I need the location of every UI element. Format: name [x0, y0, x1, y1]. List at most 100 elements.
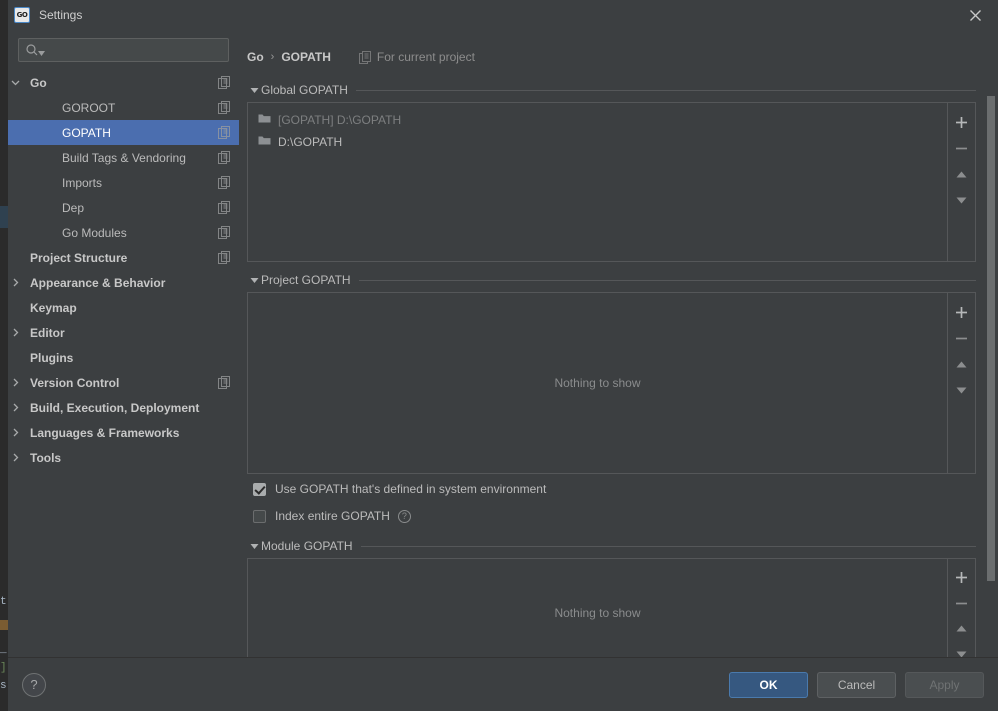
sidebar-item-keymap[interactable]: Keymap — [8, 295, 239, 320]
sidebar-item-dep[interactable]: Dep — [8, 195, 239, 220]
section-rule — [355, 89, 976, 91]
chevron-down-icon[interactable] — [8, 78, 22, 87]
sidebar-search-row — [8, 30, 239, 68]
section-title: Global GOPATH — [261, 83, 348, 97]
sidebar-item-label: Build, Execution, Deployment — [30, 400, 200, 415]
remove-icon[interactable] — [950, 591, 974, 617]
list-item-label: [GOPATH] D:\GOPATH — [278, 113, 402, 127]
dialog-body: Go GOROOT GOPATH Build Tags & Vendoring Impo… — [8, 30, 998, 657]
project-scope-icon[interactable] — [218, 376, 231, 389]
sidebar-item-label: Version Control — [30, 375, 120, 390]
section-header-global-gopath[interactable]: Global GOPATH — [247, 78, 990, 102]
section-header-project-gopath[interactable]: Project GOPATH — [247, 268, 990, 292]
chevron-right-icon[interactable] — [8, 378, 22, 387]
gopath-options: Use GOPATH that's defined in system envi… — [247, 477, 990, 528]
gopath-listbox-module-gopath: Nothing to show — [247, 558, 976, 657]
project-scope-icon[interactable] — [218, 151, 231, 164]
breadcrumb-current: GOPATH — [281, 50, 331, 64]
window-title: Settings — [39, 8, 83, 22]
gopath-listbox-global-gopath: [GOPATH] D:\GOPATH D:\GOPATH — [247, 102, 976, 262]
sidebar-item-plugins[interactable]: Plugins — [8, 345, 239, 370]
gopath-list[interactable]: [GOPATH] D:\GOPATH D:\GOPATH — [248, 103, 947, 261]
remove-icon[interactable] — [950, 325, 974, 351]
project-scope-icon[interactable] — [218, 176, 231, 189]
sidebar-item-appearance-behavior[interactable]: Appearance & Behavior — [8, 270, 239, 295]
sidebar-item-gopath[interactable]: GOPATH — [8, 120, 239, 145]
sidebar-item-build-execution-deployment[interactable]: Build, Execution, Deployment — [8, 395, 239, 420]
move-down-icon[interactable] — [950, 642, 974, 657]
collapse-triangle-icon[interactable] — [247, 277, 261, 284]
sidebar-item-label: Imports — [62, 175, 103, 190]
breadcrumb: Go › GOPATH For current project — [239, 42, 998, 72]
settings-tree: Go GOROOT GOPATH Build Tags & Vendoring Impo… — [8, 68, 239, 657]
project-scope-icon[interactable] — [218, 201, 231, 214]
breadcrumb-separator: › — [270, 51, 275, 63]
cancel-button[interactable]: Cancel — [817, 671, 896, 698]
project-scope-icon[interactable] — [218, 101, 231, 114]
collapse-triangle-icon[interactable] — [247, 543, 261, 550]
gopath-list[interactable]: Nothing to show — [248, 559, 947, 657]
collapse-triangle-icon[interactable] — [247, 87, 261, 94]
sidebar-item-label: GOROOT — [62, 100, 116, 115]
empty-placeholder: Nothing to show — [554, 606, 641, 620]
section-rule — [360, 545, 976, 547]
add-icon[interactable] — [950, 109, 974, 135]
sidebar-item-project-structure[interactable]: Project Structure — [8, 245, 239, 270]
option-row: Index entire GOPATH? — [247, 504, 990, 528]
content-scrollbar[interactable] — [987, 96, 995, 596]
list-toolbar — [947, 293, 975, 473]
remove-icon[interactable] — [950, 135, 974, 161]
project-scope-icon[interactable] — [218, 226, 231, 239]
add-icon[interactable] — [950, 299, 974, 325]
sidebar-item-go[interactable]: Go — [8, 70, 239, 95]
move-up-icon[interactable] — [950, 351, 974, 377]
section-header-module-gopath[interactable]: Module GOPATH — [247, 534, 990, 558]
sidebar-item-imports[interactable]: Imports — [8, 170, 239, 195]
search-dropdown-arrow-icon[interactable] — [38, 45, 45, 59]
search-input[interactable] — [45, 40, 228, 60]
settings-content-panel: Go › GOPATH For current project Global G… — [239, 30, 998, 657]
move-up-icon[interactable] — [950, 616, 974, 642]
move-up-icon[interactable] — [950, 161, 974, 187]
chevron-right-icon[interactable] — [8, 278, 22, 287]
project-scope-icon[interactable] — [218, 76, 231, 89]
content-scrollbar-thumb[interactable] — [987, 96, 995, 581]
sidebar-item-label: Go Modules — [62, 225, 127, 240]
dialog-footer: ? OK Cancel Apply — [8, 657, 998, 711]
apply-button[interactable]: Apply — [905, 671, 984, 698]
empty-placeholder: Nothing to show — [554, 376, 641, 390]
breadcrumb-parent[interactable]: Go — [247, 50, 264, 64]
sidebar-item-go-modules[interactable]: Go Modules — [8, 220, 239, 245]
folder-icon — [258, 135, 271, 149]
chevron-right-icon[interactable] — [8, 403, 22, 412]
search-box[interactable] — [18, 38, 229, 62]
close-icon[interactable] — [952, 0, 998, 30]
add-icon[interactable] — [950, 565, 974, 591]
sidebar-item-languages-frameworks[interactable]: Languages & Frameworks — [8, 420, 239, 445]
checkbox[interactable] — [253, 482, 266, 496]
dialog-action-buttons: OK Cancel Apply — [729, 671, 984, 698]
settings-sidebar: Go GOROOT GOPATH Build Tags & Vendoring Impo… — [8, 30, 239, 657]
project-scope-icon — [358, 50, 372, 64]
sidebar-item-build-tags-vendoring[interactable]: Build Tags & Vendoring — [8, 145, 239, 170]
help-button[interactable]: ? — [22, 672, 46, 697]
list-item[interactable]: D:\GOPATH — [248, 131, 947, 153]
sidebar-item-version-control[interactable]: Version Control — [8, 370, 239, 395]
move-down-icon[interactable] — [950, 187, 974, 213]
project-scope-icon[interactable] — [218, 126, 231, 139]
ok-button[interactable]: OK — [729, 671, 808, 698]
list-item[interactable]: [GOPATH] D:\GOPATH — [248, 109, 947, 131]
sidebar-item-goroot[interactable]: GOROOT — [8, 95, 239, 120]
checkbox[interactable] — [253, 509, 266, 523]
chevron-right-icon[interactable] — [8, 453, 22, 462]
list-item-label: D:\GOPATH — [278, 135, 343, 149]
chevron-right-icon[interactable] — [8, 328, 22, 337]
project-scope-icon[interactable] — [218, 251, 231, 264]
sidebar-item-tools[interactable]: Tools — [8, 445, 239, 470]
sidebar-item-editor[interactable]: Editor — [8, 320, 239, 345]
sidebar-item-label: Plugins — [30, 350, 74, 365]
gopath-list[interactable]: Nothing to show — [248, 293, 947, 473]
move-down-icon[interactable] — [950, 377, 974, 403]
help-icon[interactable]: ? — [397, 509, 411, 523]
chevron-right-icon[interactable] — [8, 428, 22, 437]
